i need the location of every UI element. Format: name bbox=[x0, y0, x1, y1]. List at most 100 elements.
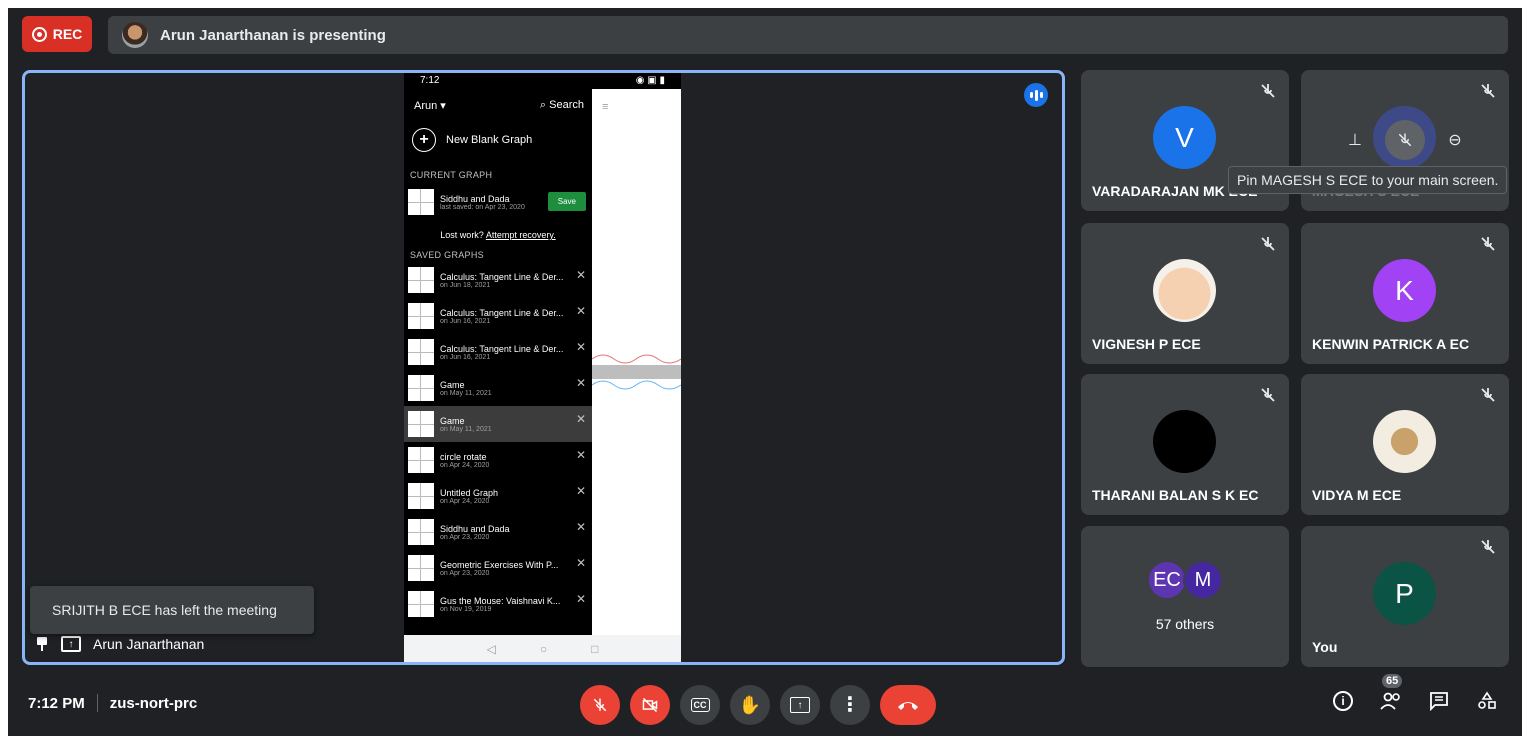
present-icon: ↑ bbox=[790, 697, 810, 713]
hang-up-icon bbox=[898, 702, 918, 710]
graph-date: on Jun 16, 2021 bbox=[440, 317, 491, 325]
activities-button[interactable] bbox=[1474, 688, 1500, 714]
delete-graph-icon[interactable]: ✕ bbox=[576, 412, 586, 426]
present-button[interactable]: ↑ bbox=[780, 685, 820, 725]
graph-name: Calculus: Tangent Line & Der... bbox=[440, 271, 564, 282]
participant-tile[interactable]: THARANI BALAN S K EC bbox=[1081, 374, 1289, 515]
info-icon: i bbox=[1333, 691, 1353, 711]
graph-thumbnail bbox=[408, 267, 434, 293]
graph-thumbnail bbox=[408, 411, 434, 437]
graph-date: on Apr 23, 2020 bbox=[440, 569, 490, 577]
presentation-stage[interactable]: 7:12 ◉ ▣ ▮ Arun ▾ ⌕ Search + New Blank G… bbox=[22, 70, 1065, 665]
people-icon bbox=[1380, 692, 1400, 710]
phone-time: 7:12 bbox=[420, 75, 440, 86]
search-link[interactable]: ⌕ Search bbox=[540, 99, 584, 112]
saved-graph-item[interactable]: Siddhu and Dada on Apr 23, 2020 ✕ bbox=[404, 514, 592, 550]
delete-graph-icon[interactable]: ✕ bbox=[576, 556, 586, 570]
people-button[interactable]: 65 bbox=[1378, 674, 1404, 714]
graph-date: on May 11, 2021 bbox=[440, 425, 492, 433]
delete-graph-icon[interactable]: ✕ bbox=[576, 376, 586, 390]
participant-tile[interactable]: VIGNESH P ECE bbox=[1081, 223, 1289, 364]
more-options-button[interactable]: ⋮ bbox=[830, 685, 870, 725]
saved-graph-item[interactable]: Game on May 11, 2021 ✕ bbox=[404, 370, 592, 406]
remove-icon[interactable]: ⊖ bbox=[1441, 126, 1469, 154]
participant-tile[interactable]: VIDYA M ECE bbox=[1301, 374, 1509, 515]
record-icon bbox=[31, 26, 47, 42]
more-vert-icon: ⋮ bbox=[840, 694, 860, 716]
activities-icon bbox=[1478, 691, 1496, 709]
participant-name: VIDYA M ECE bbox=[1312, 487, 1402, 503]
saved-graph-item[interactable]: Calculus: Tangent Line & Der... on Jun 18… bbox=[404, 262, 592, 298]
raise-hand-button[interactable]: ✋ bbox=[730, 685, 770, 725]
mic-off-icon bbox=[1261, 84, 1275, 98]
leave-call-button[interactable] bbox=[880, 685, 936, 725]
delete-graph-icon[interactable]: ✕ bbox=[576, 304, 586, 318]
avatar bbox=[1153, 259, 1216, 322]
graph-name: Calculus: Tangent Line & Der... bbox=[440, 343, 564, 354]
home-icon[interactable]: ○ bbox=[540, 642, 547, 656]
graph-name: Calculus: Tangent Line & Der... bbox=[440, 307, 564, 318]
saved-graph-item[interactable]: Untitled Graph on Apr 24, 2020 ✕ bbox=[404, 478, 592, 514]
divider bbox=[96, 694, 98, 712]
graph-name: circle rotate bbox=[440, 451, 487, 462]
mic-off-icon bbox=[1261, 237, 1275, 251]
graph-date: on Apr 24, 2020 bbox=[440, 461, 490, 469]
chat-icon bbox=[1430, 692, 1448, 711]
saved-graph-item[interactable]: circle rotate on Apr 24, 2020 ✕ bbox=[404, 442, 592, 478]
pin-icon[interactable]: ⊥ bbox=[1341, 126, 1369, 154]
account-selector[interactable]: Arun ▾ bbox=[414, 99, 446, 112]
delete-graph-icon[interactable]: ✕ bbox=[576, 448, 586, 462]
participant-tile[interactable]: K KENWIN PATRICK A EC bbox=[1301, 223, 1509, 364]
recording-button[interactable]: REC bbox=[22, 16, 92, 52]
camera-toggle-button[interactable] bbox=[630, 685, 670, 725]
graph-canvas: ≡ bbox=[592, 89, 681, 635]
phone-status-bar: 7:12 ◉ ▣ ▮ bbox=[404, 73, 681, 89]
self-tile[interactable]: P You bbox=[1301, 526, 1509, 667]
delete-graph-icon[interactable]: ✕ bbox=[576, 520, 586, 534]
others-tile[interactable]: EC M 57 others bbox=[1081, 526, 1289, 667]
saved-graph-item[interactable]: Calculus: Tangent Line & Der... on Jun 16… bbox=[404, 334, 592, 370]
graph-date: on Apr 24, 2020 bbox=[440, 497, 490, 505]
side-panel-controls: i 65 bbox=[1330, 674, 1500, 714]
chat-button[interactable] bbox=[1426, 688, 1452, 714]
delete-graph-icon[interactable]: ✕ bbox=[576, 592, 586, 606]
graph-name: Game bbox=[440, 415, 465, 426]
meeting-code: zus-nort-prc bbox=[109, 694, 198, 712]
delete-graph-icon[interactable]: ✕ bbox=[576, 484, 586, 498]
captions-icon: CC bbox=[690, 698, 710, 712]
present-icon: ↑ bbox=[61, 636, 81, 652]
saved-graph-item[interactable]: Gus the Mouse: Vaishnavi K... on Nov 19, … bbox=[404, 586, 592, 622]
back-icon[interactable]: ◁ bbox=[487, 642, 496, 656]
mic-off-icon bbox=[1481, 84, 1495, 98]
save-button[interactable]: Save bbox=[547, 192, 586, 211]
hand-icon: ✋ bbox=[738, 694, 762, 715]
attempt-recovery-link[interactable]: Attempt recovery. bbox=[486, 230, 556, 240]
avatar bbox=[1373, 410, 1436, 473]
graph-thumbnail bbox=[408, 555, 434, 581]
delete-graph-icon[interactable]: ✕ bbox=[576, 340, 586, 354]
avatar: EC bbox=[1147, 560, 1187, 600]
pin-icon[interactable] bbox=[35, 637, 49, 651]
menu-icon[interactable]: ≡ bbox=[602, 101, 608, 113]
captions-button[interactable]: CC bbox=[680, 685, 720, 725]
saved-graph-item[interactable]: Geometric Exercises With P... on Apr 23, … bbox=[404, 550, 592, 586]
shared-screen: 7:12 ◉ ▣ ▮ Arun ▾ ⌕ Search + New Blank G… bbox=[404, 73, 681, 662]
recents-icon[interactable]: □ bbox=[591, 642, 598, 656]
avatar: M bbox=[1183, 560, 1223, 600]
phone-status-icons: ◉ ▣ ▮ bbox=[635, 75, 665, 86]
graph-name: Game bbox=[440, 379, 465, 390]
mic-toggle-button[interactable] bbox=[580, 685, 620, 725]
current-graph-item[interactable]: Siddhu and Dada last saved: on Apr 23, 2… bbox=[404, 184, 592, 220]
delete-graph-icon[interactable]: ✕ bbox=[576, 268, 586, 282]
current-graph-heading: CURRENT GRAPH bbox=[410, 170, 493, 180]
saved-graph-item[interactable]: Game on May 11, 2021 ✕ bbox=[404, 406, 592, 442]
graph-name: Siddhu and Dada bbox=[440, 523, 510, 534]
saved-graph-item[interactable]: Calculus: Tangent Line & Der... on Jun 16… bbox=[404, 298, 592, 334]
new-blank-graph[interactable]: + New Blank Graph bbox=[404, 112, 592, 152]
search-icon: ⌕ bbox=[539, 99, 547, 111]
graph-thumbnail bbox=[408, 375, 434, 401]
mute-participant-icon[interactable] bbox=[1385, 120, 1425, 160]
meet-window: REC Arun Janarthanan is presenting 7:12 … bbox=[8, 8, 1522, 736]
meeting-details-button[interactable]: i bbox=[1330, 688, 1356, 714]
graph-name: Untitled Graph bbox=[440, 487, 499, 498]
